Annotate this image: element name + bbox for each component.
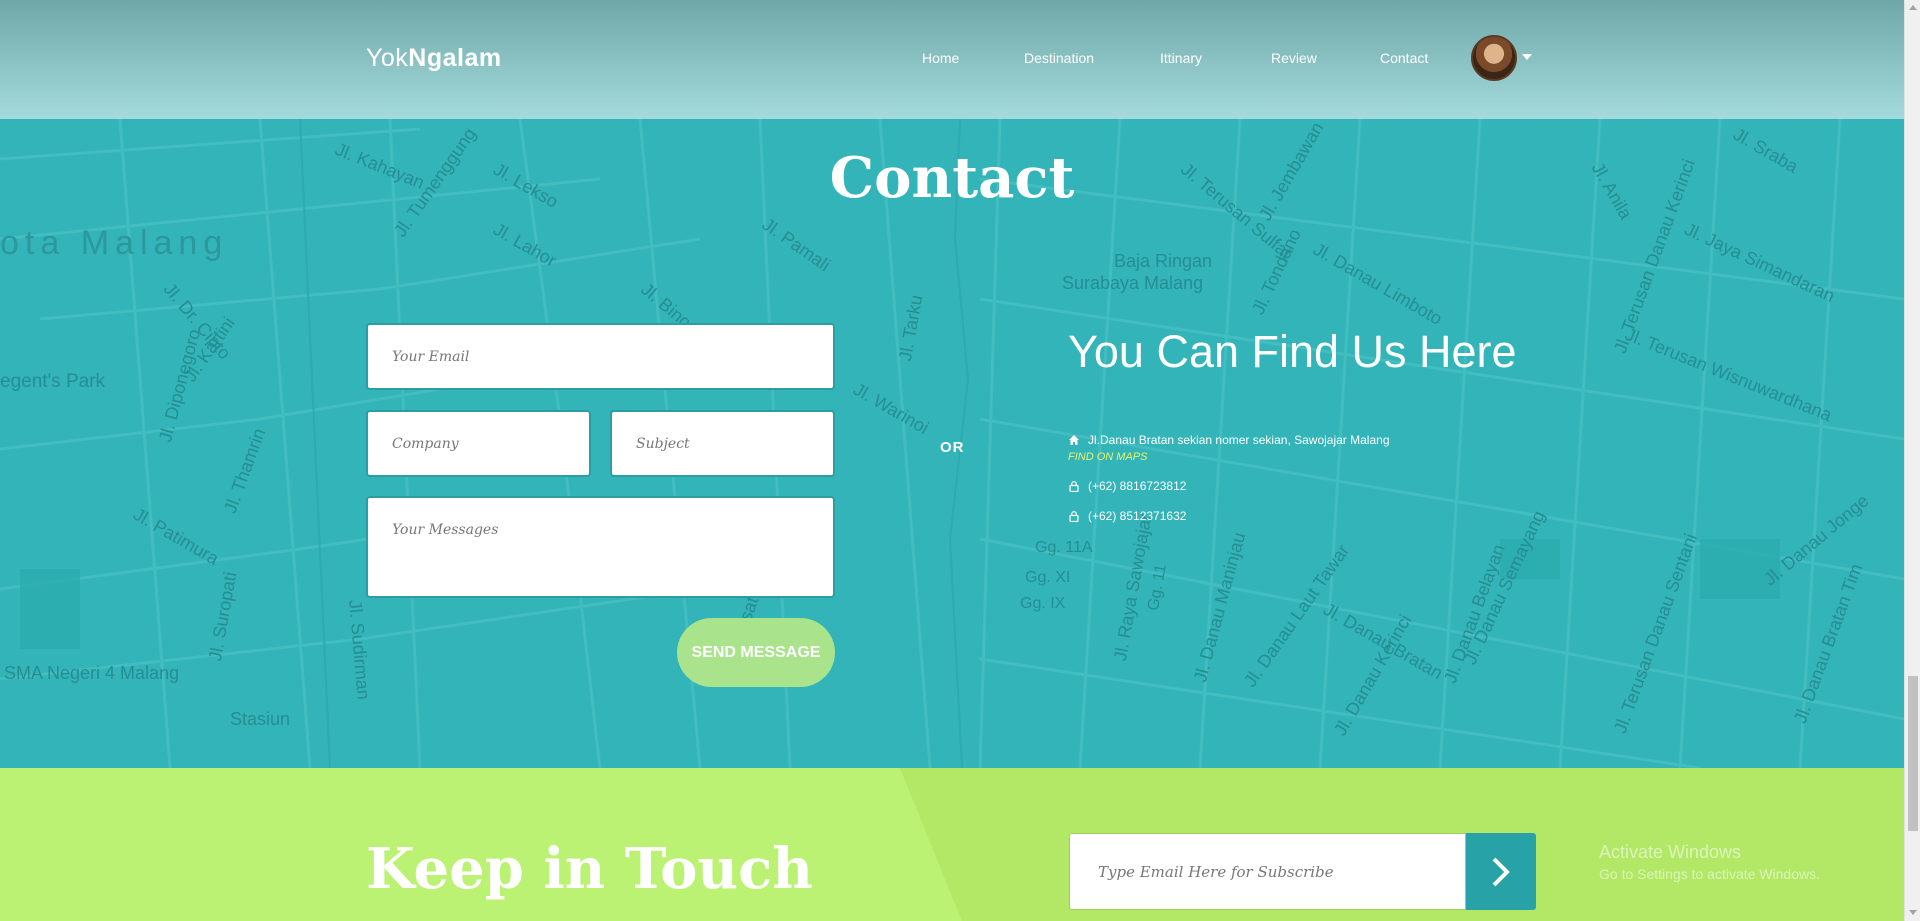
brand-bold: Ngalam: [408, 44, 502, 72]
nav-ittinary[interactable]: Ittinary: [1160, 50, 1202, 66]
scroll-down-icon[interactable]: [1909, 910, 1917, 915]
lock-icon: [1069, 481, 1079, 492]
phone-line-2: (+62) 8512371632: [1068, 509, 1186, 523]
chevron-right-icon: [1492, 857, 1510, 886]
map-label-regents-park: egent's Park: [0, 371, 106, 392]
nav-review[interactable]: Review: [1271, 50, 1317, 66]
scroll-thumb[interactable]: [1908, 676, 1918, 831]
or-divider: OR: [940, 439, 965, 456]
map-label-stasiun: Stasiun: [230, 709, 291, 729]
nav-contact[interactable]: Contact: [1380, 50, 1428, 66]
subject-field-wrapper: [610, 410, 835, 477]
subscribe-email-field[interactable]: [1098, 862, 1437, 881]
nav-home[interactable]: Home: [922, 50, 959, 66]
map-label-gg-ix: Gg. IX: [1020, 595, 1066, 612]
map-label-kota-malang: ota Malang: [0, 224, 229, 262]
brand-logo[interactable]: YokNgalam: [366, 44, 502, 73]
map-label-surabaya-malang: Surabaya Malang: [1062, 273, 1204, 293]
address-line: Jl.Danau Bratan sekian nomer sekian, Saw…: [1068, 433, 1390, 447]
address-text: Jl.Danau Bratan sekian nomer sekian, Saw…: [1088, 433, 1390, 447]
subscribe-button[interactable]: [1466, 833, 1536, 910]
phone-2: (+62) 8512371632: [1088, 509, 1187, 523]
map-label-sma4: SMA Negeri 4 Malang: [4, 663, 180, 683]
find-us-title: You Can Find Us Here: [1068, 326, 1517, 377]
subscribe-box: [1069, 833, 1466, 910]
map-label-gg-11a: Gg. 11A: [1035, 539, 1093, 556]
email-field[interactable]: [392, 348, 809, 365]
scroll-up-icon[interactable]: [1909, 5, 1917, 10]
find-on-maps-link[interactable]: FIND ON MAPS: [1068, 451, 1147, 463]
phone-1: (+62) 8816723812: [1088, 479, 1187, 493]
company-field-wrapper: [366, 410, 591, 477]
map-label-baja-ringan: Baja Ringan: [1114, 251, 1213, 271]
keep-in-touch-title: Keep in Touch: [366, 836, 813, 902]
nav-destination[interactable]: Destination: [1024, 50, 1094, 66]
navbar: YokNgalam Home Destination Ittinary Revi…: [0, 0, 1904, 119]
scrollbar[interactable]: [1904, 0, 1920, 921]
brand-light: Yok: [366, 44, 409, 72]
lock-icon: [1069, 511, 1079, 522]
subject-field[interactable]: [636, 435, 809, 452]
messages-field-wrapper: [366, 496, 835, 598]
messages-field[interactable]: [392, 522, 809, 554]
company-field[interactable]: [392, 435, 565, 452]
activate-windows-title: Activate Windows: [1599, 842, 1742, 862]
contact-title: Contact: [829, 145, 1075, 211]
email-field-wrapper: [366, 323, 835, 390]
send-message-button[interactable]: SEND MESSAGE: [677, 618, 835, 687]
activate-windows-subtitle: Go to Settings to activate Windows.: [1599, 866, 1820, 882]
map-label-gg-xi: Gg. XI: [1025, 569, 1071, 586]
avatar[interactable]: [1471, 35, 1517, 81]
contact-section: ota Malang egent's Park SMA Negeri 4 Mal…: [0, 119, 1904, 768]
keep-in-touch-section: Keep in Touch Activate Windows Go to Set…: [0, 768, 1904, 921]
caret-down-icon[interactable]: [1522, 54, 1532, 60]
phone-line-1: (+62) 8816723812: [1068, 479, 1186, 493]
home-icon: [1069, 435, 1079, 445]
